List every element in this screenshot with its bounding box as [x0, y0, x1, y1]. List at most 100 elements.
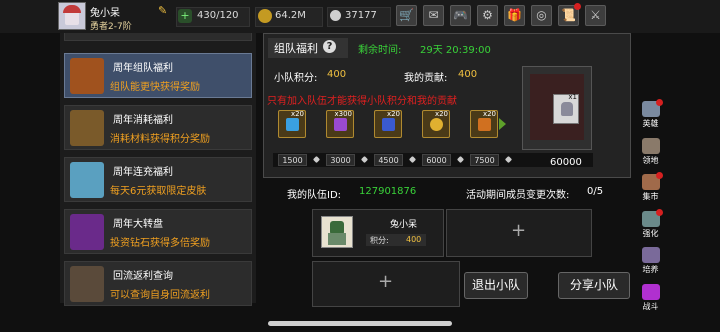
scroll-event-button[interactable]: 📜: [558, 3, 581, 26]
help-icon[interactable]: ?: [323, 40, 336, 53]
add-member-plus-icon[interactable]: +: [511, 220, 526, 241]
final-milestone-value: 60000: [550, 157, 582, 168]
member-points-label: 积分:: [370, 236, 389, 245]
gift-button[interactable]: 🎁: [504, 5, 525, 26]
hero-card-icon[interactable]: x1: [553, 93, 579, 124]
milestone-label: 6000: [422, 154, 451, 166]
diamond-icon: [330, 10, 341, 21]
treasure-chest-icon: [70, 58, 104, 94]
team-id-value: 127901876: [359, 186, 417, 197]
welfare-item[interactable]: 周年连充福利 每天6元获取限定皮肤: [64, 157, 252, 202]
member-change-count: 0/5: [587, 186, 604, 197]
lightning-gem-icon: [286, 118, 299, 131]
mail-icon: ✉: [428, 8, 439, 22]
side-nav-label: 集市: [642, 192, 659, 201]
join-team-warning: 只有加入队伍才能获得小队积分和我的贡献: [267, 96, 457, 107]
side-nav-label: 培养: [642, 265, 659, 274]
side-nav-label: 战斗: [642, 301, 659, 311]
player-rank: 勇者2-7阶: [90, 22, 132, 32]
energy-plus-icon[interactable]: +: [178, 9, 192, 23]
remaining-time-value: 29天 20:39:00: [420, 45, 491, 56]
reward-count: x20: [482, 110, 496, 118]
gold-coin-icon: [258, 9, 272, 23]
reward-count: x20: [386, 110, 400, 118]
welfare-list-top-edge: [64, 33, 252, 41]
side-nav-flask[interactable]: 培养: [638, 247, 663, 275]
welfare-item-desc: 消耗材料获得积分奖励: [110, 134, 210, 145]
side-nav-label: 领地: [642, 155, 659, 165]
sage-robe-icon: [328, 233, 346, 245]
member-points-value: 400: [406, 235, 422, 244]
home-indicator[interactable]: [268, 321, 452, 326]
shop-icon: 🛒: [399, 8, 414, 22]
side-nav-castle[interactable]: 领地: [638, 137, 663, 166]
portal-icon: [642, 283, 660, 300]
reward-count: x20: [434, 110, 448, 118]
welfare-item-desc: 可以查询自身回流返利: [110, 290, 210, 301]
member-avatar: [321, 216, 353, 248]
leave-team-button[interactable]: 退出小队: [464, 272, 528, 299]
player-name: 兔小呆: [90, 8, 120, 19]
team-id-label: 我的队伍ID:: [287, 190, 342, 201]
reward-item[interactable]: x20: [278, 110, 306, 138]
notification-dot: [656, 172, 663, 179]
settings-gear-button[interactable]: ⚙: [477, 5, 498, 26]
reward-count: x20: [290, 110, 304, 118]
milestone-label: 4500: [374, 154, 403, 166]
swords-icon: ⚔: [590, 8, 601, 22]
welfare-item[interactable]: 周年消耗福利 消耗材料获得积分奖励: [64, 105, 252, 150]
milestone-label: 3000: [326, 154, 355, 166]
team-points-label: 小队积分:: [274, 73, 318, 84]
side-nav-market[interactable]: 集市: [638, 172, 663, 202]
crate-icon: [70, 266, 104, 302]
gold-value: 64.2M: [275, 10, 306, 21]
team-points-value: 400: [327, 69, 347, 80]
reward-item[interactable]: x20: [470, 110, 498, 138]
welfare-item-title: 回流返利查询: [113, 271, 173, 282]
open-chest-icon: [70, 110, 104, 146]
side-nav-portal[interactable]: 战斗: [638, 283, 663, 312]
member-change-label: 活动期间成员变更次数:: [466, 190, 570, 201]
welfare-item-title: 周年组队福利: [113, 63, 173, 74]
golden-egg-icon: [430, 118, 443, 131]
reward-item[interactable]: x20: [374, 110, 402, 138]
gem-value: 37177: [345, 10, 377, 21]
rainbow-wheel-button[interactable]: ◎: [531, 5, 552, 26]
mail-button[interactable]: ✉: [423, 5, 444, 26]
shop-button[interactable]: 🛒: [396, 5, 417, 26]
share-team-button[interactable]: 分享小队: [558, 272, 630, 299]
pencil-icon[interactable]: ✎: [158, 4, 167, 17]
welfare-item-desc: 投资钻石获得多倍奖励: [110, 238, 210, 249]
purple-shard-icon: [334, 118, 347, 131]
welfare-item-desc: 每天6元获取限定皮肤: [110, 186, 207, 197]
hero-silhouette-icon: [561, 102, 573, 116]
side-nav-label: 强化: [642, 228, 659, 238]
flask-icon: [642, 247, 660, 263]
add-member-plus-icon[interactable]: +: [378, 271, 393, 292]
final-reward-count: x1: [568, 93, 577, 101]
blue-rune-icon: [382, 118, 395, 131]
side-nav-anvil[interactable]: 强化: [638, 208, 663, 239]
crystal-icon: [70, 162, 104, 198]
scroll-event-icon: 📜: [561, 8, 576, 22]
my-contribution-value: 400: [458, 69, 478, 80]
gamepad-icon: 🎮: [453, 8, 468, 22]
welfare-item[interactable]: 周年大转盘 投资钻石获得多倍奖励: [64, 209, 252, 254]
swords-button[interactable]: ⚔: [585, 5, 606, 26]
reward-count: x300: [334, 110, 352, 118]
scroll-right-arrow-icon[interactable]: [499, 118, 506, 130]
notification-dot: [656, 99, 663, 106]
player-avatar[interactable]: [58, 2, 86, 30]
castle-icon: [642, 137, 660, 154]
rainbow-wheel-icon: ◎: [536, 8, 547, 22]
welfare-item[interactable]: 周年组队福利 组队能更快获得奖励: [64, 53, 252, 98]
wheel-icon: [70, 214, 104, 250]
side-nav-knight-helmet[interactable]: 英雄: [638, 99, 663, 129]
notification-dot: [656, 208, 663, 216]
reward-item[interactable]: x20: [422, 110, 450, 138]
gamepad-button[interactable]: 🎮: [450, 5, 471, 26]
reward-item[interactable]: x300: [326, 110, 354, 138]
my-contribution-label: 我的贡献:: [404, 73, 448, 84]
member-name: 兔小呆: [390, 220, 418, 230]
welfare-item[interactable]: 回流返利查询可以查询自身回流返利: [64, 261, 252, 306]
